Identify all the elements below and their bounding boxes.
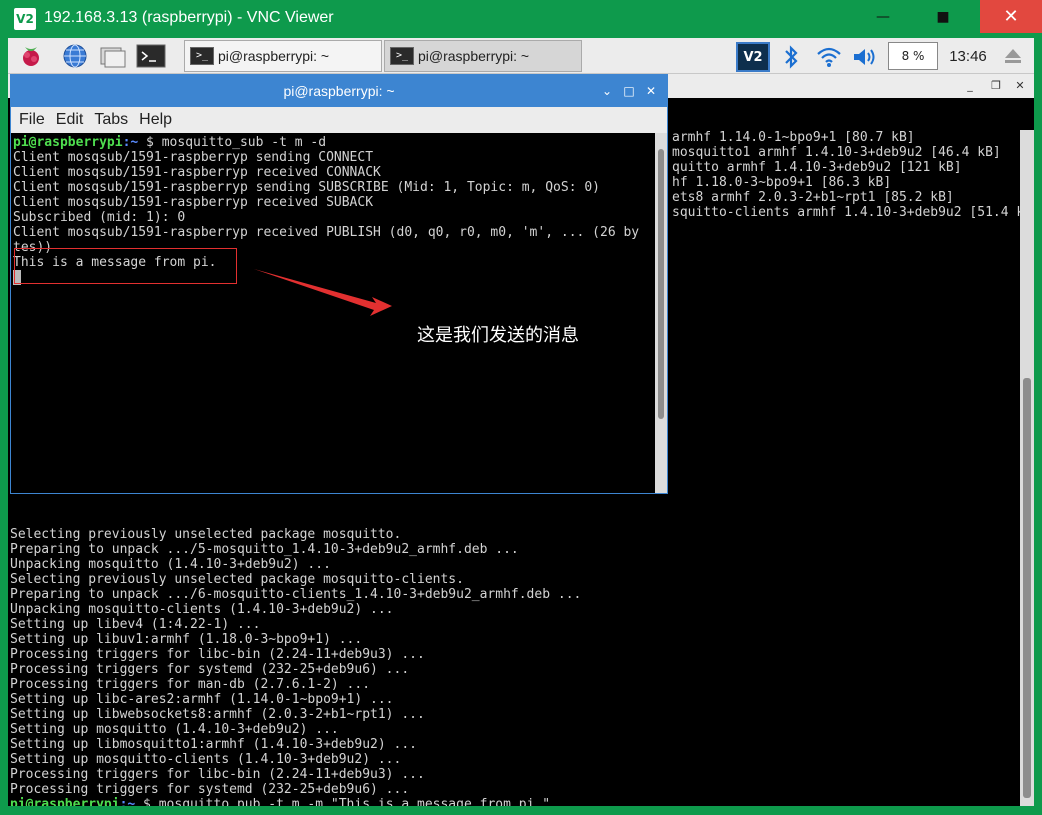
annotation-text: 这是我们发送的消息 <box>417 325 579 346</box>
annotation-arrow-icon <box>254 269 392 316</box>
